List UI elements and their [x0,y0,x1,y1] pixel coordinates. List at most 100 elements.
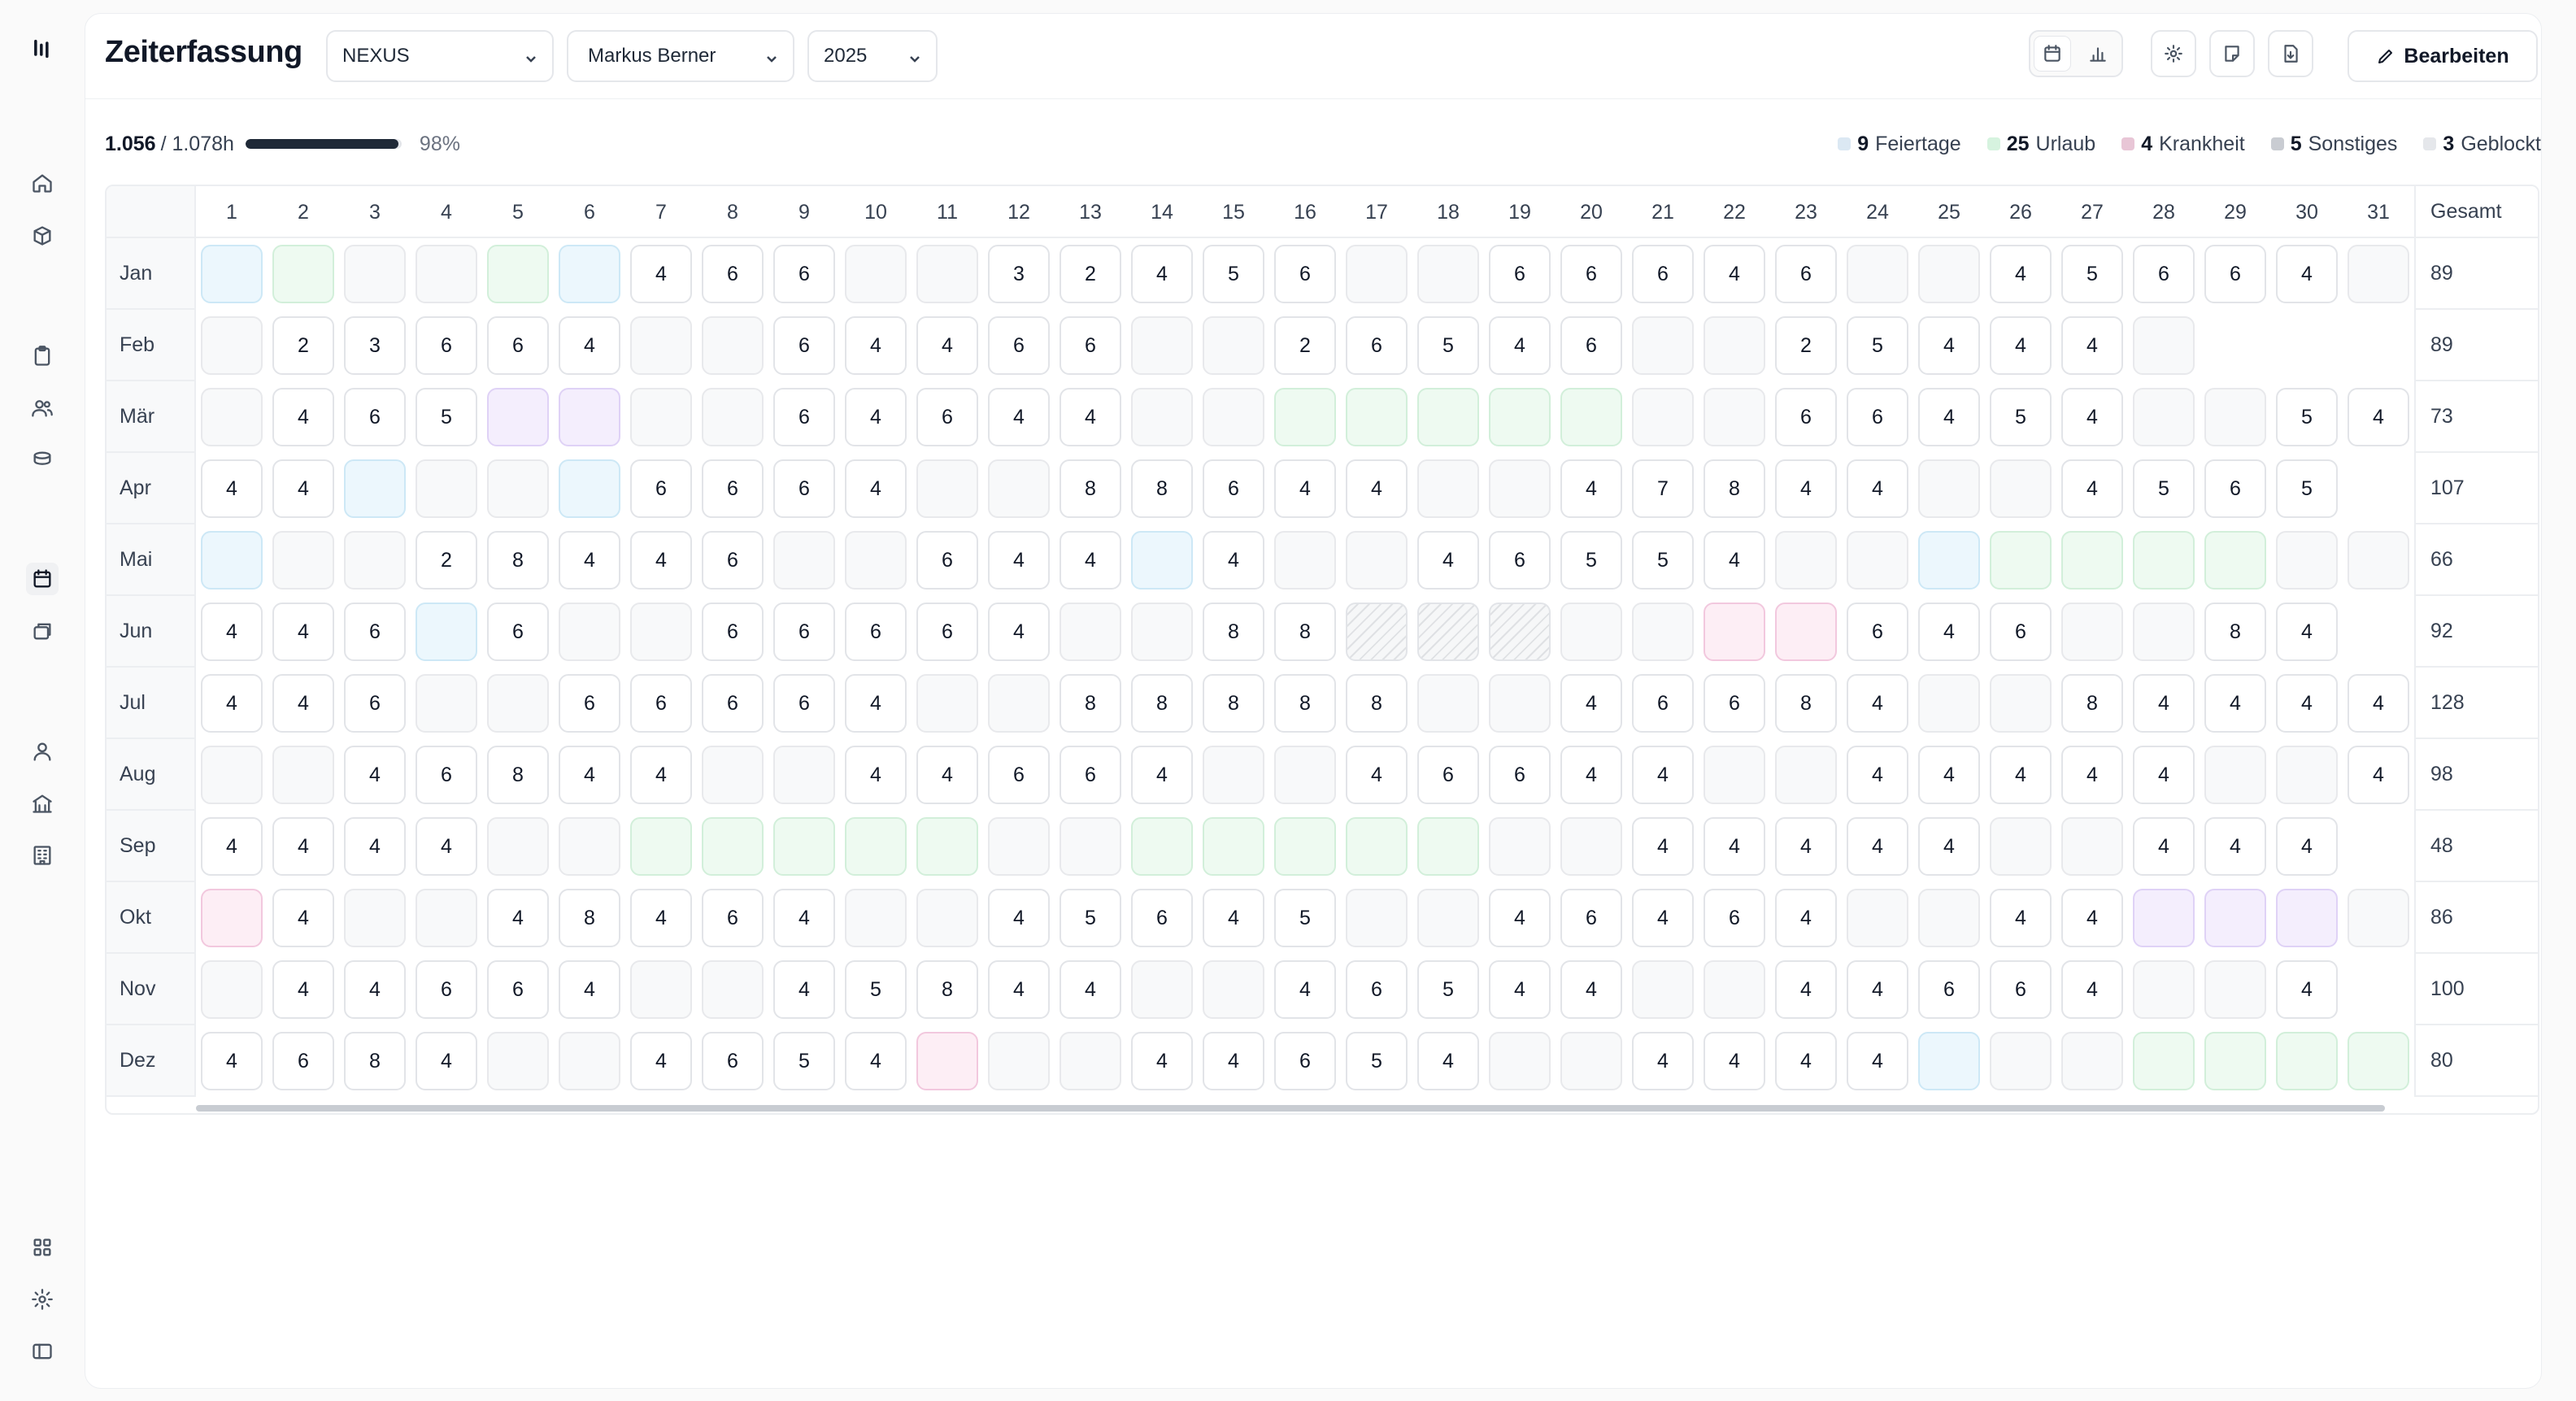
hours-cell[interactable]: 5 [773,1032,835,1090]
day-cell[interactable] [1489,459,1551,518]
day-cell[interactable] [1417,889,1479,947]
day-cell[interactable] [1489,817,1551,876]
vacation-cell[interactable] [630,817,692,876]
hours-cell[interactable]: 4 [201,1032,263,1090]
hours-cell[interactable]: 6 [773,459,835,518]
hours-cell[interactable]: 8 [1274,603,1336,661]
hours-cell[interactable]: 4 [201,459,263,518]
vacation-cell[interactable] [2133,531,2195,590]
day-cell[interactable] [2133,603,2195,661]
hours-cell[interactable]: 6 [1918,960,1980,1019]
hours-cell[interactable]: 6 [1417,746,1479,804]
hours-cell[interactable]: 5 [1847,316,1908,375]
hours-cell[interactable]: 4 [845,316,907,375]
hours-cell[interactable]: 4 [2276,245,2338,303]
day-cell[interactable] [702,960,764,1019]
hours-cell[interactable]: 5 [416,388,477,446]
clipboard-icon[interactable] [26,340,59,372]
day-cell[interactable] [1704,316,1765,375]
day-cell[interactable] [1060,1032,1121,1090]
hours-cell[interactable]: 6 [1203,459,1264,518]
day-cell[interactable] [2133,316,2195,375]
hours-cell[interactable]: 4 [344,746,406,804]
hours-cell[interactable]: 6 [1704,889,1765,947]
hours-cell[interactable]: 8 [1060,459,1121,518]
hours-cell[interactable]: 4 [1847,746,1908,804]
hours-cell[interactable]: 8 [487,531,549,590]
vacation-cell[interactable] [2204,531,2266,590]
day-cell[interactable] [1346,531,1408,590]
calendar-icon[interactable] [26,563,59,595]
hours-cell[interactable]: 4 [1489,316,1551,375]
project-select[interactable]: NEXUS [326,30,554,82]
users-icon[interactable] [26,392,59,424]
hours-cell[interactable]: 2 [416,531,477,590]
day-cell[interactable] [1990,817,2052,876]
hours-cell[interactable]: 6 [702,1032,764,1090]
hours-cell[interactable]: 4 [988,603,1050,661]
hours-cell[interactable]: 5 [1990,388,2052,446]
hours-cell[interactable]: 4 [1990,746,2052,804]
hours-cell[interactable]: 4 [1775,817,1837,876]
hours-cell[interactable]: 5 [1203,245,1264,303]
box-icon[interactable] [26,220,59,252]
day-cell[interactable] [272,531,334,590]
hours-cell[interactable]: 4 [272,603,334,661]
hours-cell[interactable]: 6 [1990,960,2052,1019]
hours-cell[interactable]: 4 [773,960,835,1019]
hours-cell[interactable]: 6 [344,603,406,661]
hours-cell[interactable]: 4 [2348,388,2409,446]
hours-cell[interactable]: 4 [559,531,620,590]
day-cell[interactable] [1489,1032,1551,1090]
day-cell[interactable] [1918,245,1980,303]
hours-cell[interactable]: 4 [1704,531,1765,590]
hours-cell[interactable]: 5 [2133,459,2195,518]
hours-cell[interactable]: 6 [1632,674,1694,733]
hours-cell[interactable]: 6 [416,316,477,375]
hours-cell[interactable]: 4 [1632,1032,1694,1090]
hours-cell[interactable]: 6 [702,674,764,733]
vacation-cell[interactable] [773,817,835,876]
day-cell[interactable] [2061,1032,2123,1090]
day-cell[interactable] [2348,531,2409,590]
other-cell[interactable] [487,388,549,446]
hours-cell[interactable]: 4 [2061,889,2123,947]
hours-cell[interactable]: 6 [1489,746,1551,804]
hours-cell[interactable]: 8 [916,960,978,1019]
hours-cell[interactable]: 4 [1847,1032,1908,1090]
hours-cell[interactable]: 5 [2276,459,2338,518]
hours-cell[interactable]: 2 [272,316,334,375]
holiday-cell[interactable] [201,531,263,590]
hours-cell[interactable]: 6 [845,603,907,661]
hours-cell[interactable]: 4 [1847,960,1908,1019]
hours-cell[interactable]: 4 [1775,1032,1837,1090]
vacation-cell[interactable] [1346,388,1408,446]
hours-cell[interactable]: 4 [416,817,477,876]
hours-cell[interactable]: 5 [2061,245,2123,303]
vacation-cell[interactable] [1274,388,1336,446]
hours-cell[interactable]: 6 [988,746,1050,804]
hours-cell[interactable]: 4 [845,1032,907,1090]
vacation-cell[interactable] [2061,531,2123,590]
holiday-cell[interactable] [1918,531,1980,590]
holiday-cell[interactable] [416,603,477,661]
day-cell[interactable] [344,245,406,303]
hours-cell[interactable]: 4 [2204,674,2266,733]
hours-cell[interactable]: 5 [1060,889,1121,947]
day-cell[interactable] [1847,245,1908,303]
hours-cell[interactable]: 6 [773,603,835,661]
day-cell[interactable] [1775,531,1837,590]
hours-cell[interactable]: 4 [1203,531,1264,590]
day-cell[interactable] [2348,889,2409,947]
day-cell[interactable] [201,960,263,1019]
hours-cell[interactable]: 6 [416,746,477,804]
vacation-cell[interactable] [1131,817,1193,876]
hours-cell[interactable]: 2 [1775,316,1837,375]
day-cell[interactable] [2061,817,2123,876]
holiday-cell[interactable] [201,245,263,303]
hours-cell[interactable]: 4 [1704,1032,1765,1090]
hours-cell[interactable]: 8 [2061,674,2123,733]
day-cell[interactable] [702,388,764,446]
hours-cell[interactable]: 4 [1560,746,1622,804]
day-cell[interactable] [1060,603,1121,661]
